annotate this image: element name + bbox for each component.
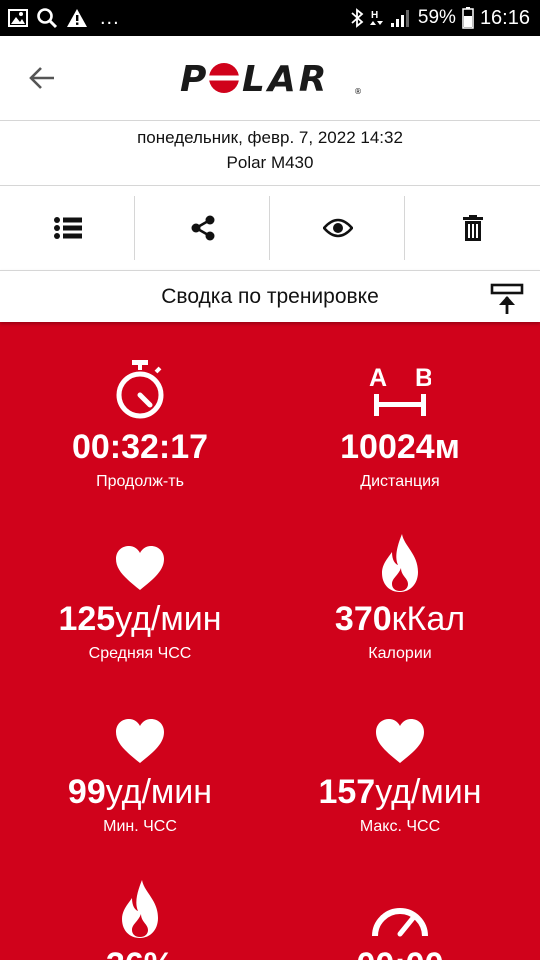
session-header: понедельник, февр. 7, 2022 14:32 Polar M… xyxy=(0,120,540,186)
warning-icon xyxy=(67,9,87,27)
stat-unit: уд/мин xyxy=(105,773,213,811)
trash-icon xyxy=(462,215,483,241)
stat-value: 99 xyxy=(67,773,106,811)
back-button[interactable] xyxy=(22,60,62,96)
heart-icon xyxy=(376,719,424,763)
stat-value: 157 xyxy=(318,773,376,811)
heart-icon xyxy=(116,719,164,763)
battery-icon xyxy=(462,7,474,29)
svg-text:B: B xyxy=(415,364,431,392)
stat-unit: уд/мин xyxy=(115,600,222,638)
view-button[interactable] xyxy=(270,186,405,270)
heart-icon xyxy=(116,546,164,590)
bluetooth-icon xyxy=(351,8,364,28)
status-bar: ... H 59% 16:16 xyxy=(0,0,540,36)
list-icon xyxy=(53,217,82,239)
arrow-back-icon xyxy=(29,67,54,89)
stat-label: Калории xyxy=(368,645,432,662)
stat-label: Дистанция xyxy=(360,473,440,490)
stat-unit: кКал xyxy=(391,600,466,638)
share-button[interactable] xyxy=(135,186,270,270)
data-h-icon: H xyxy=(369,10,383,25)
search-icon xyxy=(37,8,58,29)
stat-fat-percent: 36% xyxy=(5,868,275,960)
svg-text:LAR: LAR xyxy=(242,59,330,98)
stopwatch-icon xyxy=(116,360,164,419)
status-right: H 59% 16:16 xyxy=(350,0,530,36)
stat-distance: A B 10024м Дистанция xyxy=(265,350,535,491)
stats-panel: 00:32:17 Продолж-ть A B 10024м Дистанция… xyxy=(0,322,540,960)
flame-icon xyxy=(122,880,158,938)
notification-more: ... xyxy=(100,6,120,29)
stat-max-hr: 157уд/мин Макс. ЧСС xyxy=(265,695,535,836)
stat-value: 10024 xyxy=(340,428,435,466)
distance-ab-icon: A B xyxy=(369,364,431,416)
stat-avg-hr: 125уд/мин Средняя ЧСС xyxy=(5,522,275,663)
summary-title: Сводка по тренировке xyxy=(161,285,379,308)
stat-duration: 00:32:17 Продолж-ть xyxy=(5,350,275,491)
share-icon xyxy=(191,215,214,241)
flame-icon xyxy=(382,534,418,592)
image-icon xyxy=(8,9,28,27)
stat-label: Мин. ЧСС xyxy=(103,818,177,835)
stat-value: 370 xyxy=(334,600,392,638)
eye-icon xyxy=(322,218,353,238)
session-date: понедельник, февр. 7, 2022 14:32 xyxy=(137,128,403,147)
speedometer-icon xyxy=(372,908,428,937)
delete-button[interactable] xyxy=(405,186,540,270)
action-toolbar xyxy=(0,186,540,270)
battery-percent: 59% xyxy=(417,7,456,28)
stat-value: 36% xyxy=(106,946,174,960)
stat-min-hr: 99уд/мин Мин. ЧСС xyxy=(5,695,275,836)
device-name: Polar M430 xyxy=(226,153,314,172)
stat-value: 00:32:17 xyxy=(71,428,209,466)
svg-text:A: A xyxy=(369,364,387,392)
stat-pace: 00:00 xyxy=(265,884,535,960)
svg-text:P: P xyxy=(180,59,209,98)
stat-label: Макс. ЧСС xyxy=(359,818,441,835)
stat-value: 125 xyxy=(58,600,116,638)
signal-icon xyxy=(390,10,409,27)
stat-label: Продолж-ть xyxy=(96,473,184,490)
stat-value: 00:00 xyxy=(357,946,444,960)
app-bar: P LAR ® xyxy=(0,36,540,120)
svg-text:®: ® xyxy=(354,87,362,96)
stat-unit: уд/мин xyxy=(375,773,482,811)
list-button[interactable] xyxy=(0,186,135,270)
clock: 16:16 xyxy=(479,6,530,29)
stat-label: Средняя ЧСС xyxy=(88,645,192,662)
polar-logo: P LAR ® xyxy=(180,59,362,98)
stat-unit: м xyxy=(434,428,460,466)
stat-calories: 370кКал Калории xyxy=(265,522,535,663)
status-left: ... xyxy=(8,0,120,36)
pin-to-top-icon[interactable] xyxy=(490,283,524,315)
summary-header: Сводка по тренировке xyxy=(0,270,540,322)
svg-text:H: H xyxy=(371,10,378,21)
